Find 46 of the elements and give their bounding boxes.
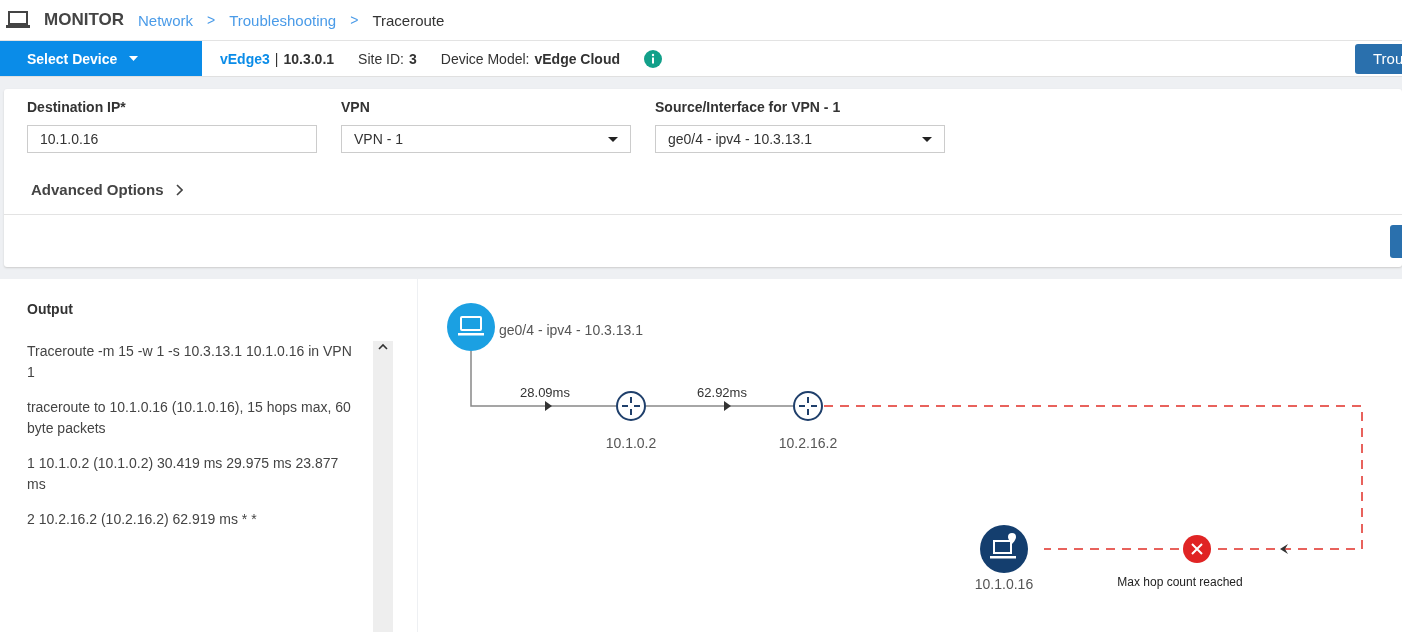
breadcrumb-separator: >	[207, 12, 216, 28]
output-title: Output	[27, 301, 74, 317]
source-node-icon[interactable]	[447, 303, 495, 351]
caret-icon	[129, 56, 139, 61]
hop-ip-label: 10.2.16.2	[778, 435, 838, 451]
input-field[interactable]: 10.1.0.16	[27, 125, 317, 153]
device-name: vEdge3	[220, 50, 270, 67]
field-label: Source/Interface for VPN - 1	[655, 99, 842, 115]
caret-icon	[922, 136, 932, 142]
output-line: 1 10.1.0.2 (10.1.0.2) 30.419 ms 29.975 ms 23.877 ms	[27, 454, 340, 494]
select-device-button[interactable]: Select Device	[0, 41, 202, 76]
source-label: ge0/4 - ipv4 - 10.3.13.1	[499, 322, 643, 338]
info-icon[interactable]	[644, 49, 663, 68]
hop-ip-label: 10.1.0.2	[605, 435, 657, 451]
field-label: VPN	[341, 99, 371, 115]
device-ip: 10.3.0.1	[283, 50, 335, 67]
destination-node-icon[interactable]	[980, 525, 1028, 573]
model-label: Device Model:	[440, 50, 530, 67]
router-icon[interactable]	[616, 391, 646, 421]
laptop-icon	[6, 11, 30, 29]
breadcrumb-text: Traceroute	[372, 11, 445, 29]
latency-label: 62.92ms	[697, 385, 747, 400]
caret-icon	[608, 136, 618, 142]
device-model: vEdge Cloud	[534, 50, 621, 67]
router-icon[interactable]	[793, 391, 823, 421]
select-field[interactable]: VPN - 1	[341, 125, 631, 153]
site-label: Site ID:	[358, 50, 404, 67]
output-line: 2 10.2.16.2 (10.2.16.2) 62.919 ms * *	[27, 510, 258, 529]
divider-text: |	[274, 50, 279, 67]
select-field[interactable]: ge0/4 - ipv4 - 10.3.13.1	[655, 125, 945, 153]
site-id: 3	[408, 50, 417, 67]
output-line: traceroute to 10.1.0.16 (10.1.0.16), 15 hops max, 60 byte packets	[27, 398, 352, 438]
advanced-options-toggle[interactable]: Advanced Options	[31, 181, 183, 198]
breadcrumb-separator: >	[350, 12, 359, 28]
action-button[interactable]	[1390, 224, 1402, 258]
scrollbar[interactable]	[373, 341, 393, 632]
chevron-right-icon	[175, 183, 183, 196]
troubleshoot-button[interactable]: Trou	[1355, 43, 1402, 74]
error-message: Max hop count reached	[1117, 575, 1243, 589]
destination-label: 10.1.0.16	[974, 576, 1034, 592]
field-label: Destination IP*	[27, 99, 127, 115]
latency-label: 28.09ms	[520, 385, 570, 400]
error-icon	[1183, 535, 1211, 563]
output-line: Traceroute -m 15 -w 1 -s 10.3.13.1 10.1.0.16 in VPN 1	[27, 342, 353, 382]
section-title: MONITOR	[44, 10, 124, 30]
chevron-up-icon[interactable]	[378, 343, 388, 350]
